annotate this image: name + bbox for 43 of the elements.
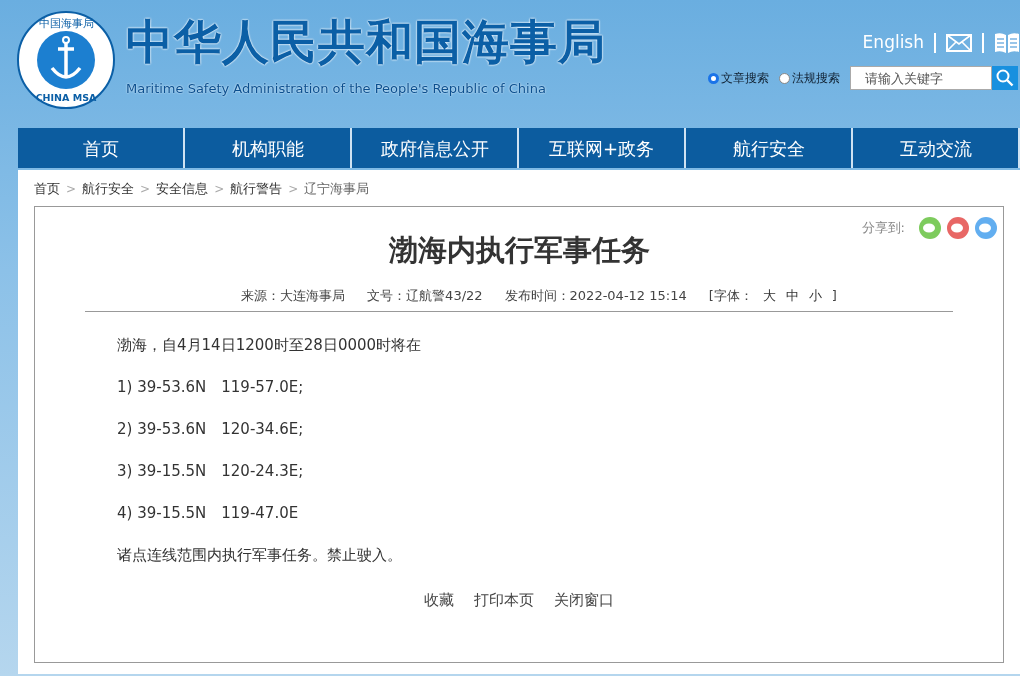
search-scope-option[interactable]: 法规搜索 — [779, 69, 840, 87]
logo-icon: 中国海事局 CHINA MSA — [16, 10, 116, 110]
action-link[interactable]: 关闭窗口 — [554, 589, 614, 612]
search-scope-option[interactable]: 文章搜索 — [708, 69, 769, 87]
breadcrumb-link[interactable]: 安全信息 — [156, 179, 209, 199]
font-size-option[interactable]: 中 — [785, 285, 799, 306]
bracket-text: ] — [831, 286, 837, 305]
share-label: 分享到: — [861, 219, 905, 238]
action-link[interactable]: 打印本页 — [474, 589, 534, 612]
breadcrumb-link[interactable]: 航行安全 — [82, 179, 135, 199]
paragraph: 4) 39-15.5N 119-47.0E — [117, 504, 300, 524]
paragraph: 1) 39-53.6N 119-57.0E; — [117, 378, 305, 398]
breadcrumb-separator: > — [66, 181, 77, 198]
site-subtitle: Maritime Safety Administration of the People's Republic of China — [126, 80, 546, 98]
font-size-label: [字体： — [708, 286, 753, 305]
search-field[interactable]: 请输入关键字 — [850, 66, 992, 90]
paragraph: 2) 39-53.6N 120-34.6E; — [117, 420, 305, 440]
meta-text: 文号：辽航警43/22 — [367, 286, 483, 305]
nav-tab[interactable]: 政府信息公开 — [352, 128, 519, 168]
breadcrumb-link[interactable]: 首页 — [34, 179, 60, 199]
book-icon[interactable] — [994, 31, 1020, 54]
font-size-option[interactable]: 大 — [762, 285, 776, 306]
breadcrumb-separator: > — [288, 181, 299, 198]
site-title: 中华人民共和国海事局 — [126, 18, 606, 65]
paragraph: 渤海，自4月14日1200时至28日0000时将在 — [117, 336, 423, 356]
article-title: 渤海内执行军事任务 — [388, 233, 650, 268]
nav-tab[interactable]: 互联网+政务 — [519, 128, 686, 168]
mail-icon[interactable] — [946, 33, 972, 52]
search-icon — [996, 69, 1014, 87]
breadcrumb-separator: > — [140, 181, 151, 198]
nav-tab[interactable]: 机构职能 — [185, 128, 352, 168]
meta-text: 来源：大连海事局 — [241, 286, 346, 305]
paragraph: 3) 39-15.5N 120-24.3E; — [117, 462, 305, 482]
nav-tab[interactable]: 航行安全 — [686, 128, 853, 168]
paragraph: 诸点连线范围内执行军事任务。禁止驶入。 — [117, 546, 403, 566]
meta-text: 发布时间：2022-04-12 15:14 — [504, 286, 687, 305]
font-size-option[interactable]: 小 — [808, 285, 822, 306]
search-button[interactable] — [992, 66, 1018, 90]
breadcrumb-link[interactable]: 航行警告 — [230, 179, 283, 199]
nav-tab[interactable]: 互动交流 — [853, 128, 1020, 168]
nav-tab[interactable]: 首页 — [18, 128, 185, 168]
action-link[interactable]: 收藏 — [424, 589, 454, 612]
breadcrumb-separator: > — [214, 181, 225, 198]
